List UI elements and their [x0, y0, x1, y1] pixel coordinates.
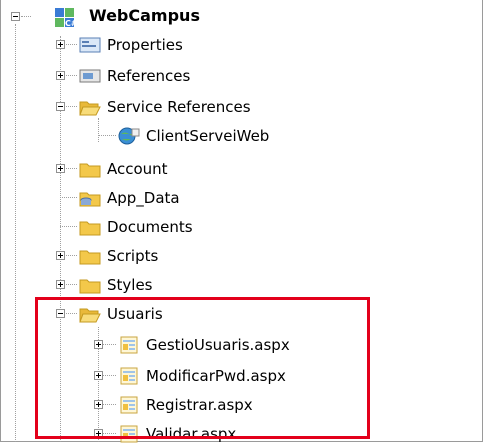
tree-node-label: ModificarPwd.aspx [146, 367, 286, 385]
project-tree: C# WebCampus Properties References Service… [1, 0, 482, 443]
expand-toggle[interactable] [56, 71, 65, 80]
expand-toggle[interactable] [94, 371, 103, 380]
expand-toggle[interactable] [94, 400, 103, 409]
tree-line [98, 135, 116, 136]
folder-icon [79, 247, 101, 265]
tree-node-label: References [107, 67, 191, 85]
expand-toggle[interactable] [94, 429, 103, 438]
expand-toggle[interactable] [56, 280, 65, 289]
csharp-project-icon: C# [55, 8, 77, 28]
tree-node-label: Usuaris [107, 305, 163, 323]
aspx-file-icon [118, 425, 140, 443]
tree-line [60, 226, 77, 227]
tree-node-validar-aspx[interactable]: Validar.aspx [1, 420, 471, 448]
tree-node-label: WebCampus [89, 6, 200, 25]
tree-node-label: Documents [107, 218, 193, 236]
svg-text:C#: C# [65, 19, 77, 28]
tree-node-label: Properties [107, 36, 183, 54]
aspx-file-icon [118, 396, 140, 414]
folder-open-icon [79, 98, 101, 116]
folder-data-icon [79, 189, 101, 207]
expand-toggle[interactable] [56, 40, 65, 49]
expand-toggle[interactable] [56, 164, 65, 173]
expand-toggle[interactable] [56, 251, 65, 260]
tree-node-references[interactable]: References [1, 62, 471, 90]
folder-open-icon [79, 305, 101, 323]
tree-node-clientserveiweb[interactable]: ClientServeiWeb [1, 122, 471, 150]
folder-icon [79, 218, 101, 236]
folder-icon [79, 276, 101, 294]
tree-node-styles[interactable]: Styles [1, 271, 471, 299]
tree-node-label: ClientServeiWeb [146, 127, 270, 145]
tree-node-registrar-aspx[interactable]: Registrar.aspx [1, 391, 471, 419]
folder-icon [79, 160, 101, 178]
collapse-toggle[interactable] [56, 102, 65, 111]
tree-line [60, 197, 77, 198]
aspx-file-icon [118, 336, 140, 354]
collapse-toggle[interactable] [56, 309, 65, 318]
tree-node-label: GestioUsuaris.aspx [146, 336, 290, 354]
tree-node-service-references[interactable]: Service References [1, 93, 471, 121]
tree-node-app-data[interactable]: App_Data [1, 184, 471, 212]
properties-icon [79, 36, 101, 54]
tree-node-properties[interactable]: Properties [1, 31, 471, 59]
collapse-toggle[interactable] [11, 12, 20, 21]
tree-node-label: Account [107, 160, 168, 178]
tree-node-root[interactable]: C# WebCampus [1, 2, 301, 30]
tree-node-label: Registrar.aspx [146, 396, 253, 414]
tree-node-scripts[interactable]: Scripts [1, 242, 471, 270]
solution-explorer-panel: C# WebCampus Properties References Service… [0, 0, 483, 443]
aspx-file-icon [118, 367, 140, 385]
tree-node-usuaris[interactable]: Usuaris [1, 300, 471, 328]
tree-node-documents[interactable]: Documents [1, 213, 471, 241]
tree-node-gestiousuaris-aspx[interactable]: GestioUsuaris.aspx [1, 331, 471, 359]
expand-toggle[interactable] [94, 340, 103, 349]
tree-node-label: Styles [107, 276, 153, 294]
tree-node-label: Validar.aspx [146, 425, 237, 443]
tree-node-label: App_Data [107, 189, 180, 207]
web-service-icon [118, 127, 140, 145]
tree-node-modificarpwd-aspx[interactable]: ModificarPwd.aspx [1, 362, 471, 390]
references-icon [79, 67, 101, 85]
tree-line [21, 16, 31, 17]
tree-node-label: Service References [107, 98, 251, 116]
tree-node-account[interactable]: Account [1, 155, 471, 183]
tree-node-label: Scripts [107, 247, 159, 265]
